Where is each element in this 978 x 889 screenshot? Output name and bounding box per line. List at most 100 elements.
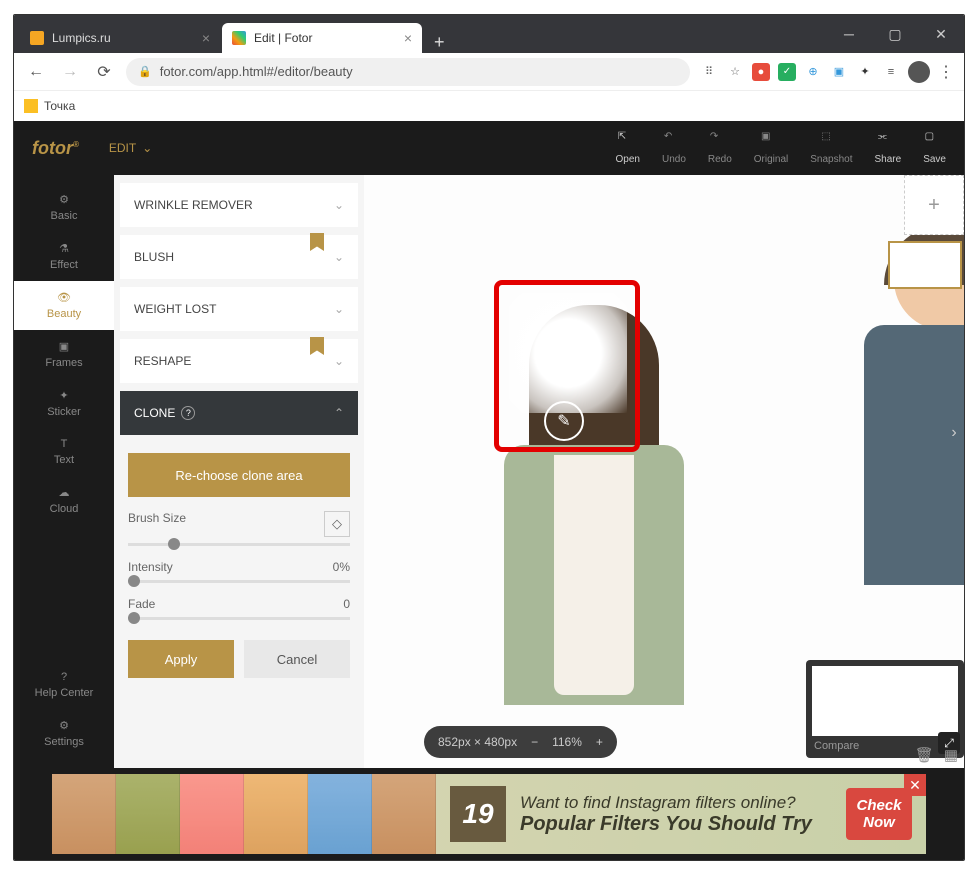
ad-close-icon[interactable]: ✕ (904, 774, 926, 796)
tool-clone[interactable]: CLONE?⌃ (120, 391, 358, 435)
canvas[interactable]: ✎ 852px × 480px − 116% + ⤢ Compare + › (364, 175, 964, 768)
tab-fotor[interactable]: Edit | Fotor × (222, 23, 422, 53)
folder-icon[interactable]: ▣ (830, 63, 848, 81)
apply-button[interactable]: Apply (128, 640, 234, 678)
nav-beauty[interactable]: 👁Beauty (14, 281, 114, 330)
minimize-icon[interactable]: ─ (826, 15, 872, 53)
open-button[interactable]: ⇱Open (616, 131, 640, 165)
redo-icon: ↷ (710, 131, 730, 151)
close-icon[interactable]: × (404, 30, 412, 46)
compare-label[interactable]: Compare (814, 740, 859, 752)
close-icon[interactable]: × (202, 30, 210, 46)
titlebar: Lumpics.ru × Edit | Fotor × + ─ ▢ ✕ (14, 15, 964, 53)
nav-text[interactable]: TText (14, 428, 114, 476)
help-icon[interactable]: ? (181, 406, 195, 420)
snapshot-button[interactable]: ⬚Snapshot (810, 131, 852, 165)
left-nav: ⚙Basic ⚗Effect 👁Beauty ▣Frames ✦Sticker … (14, 175, 114, 768)
trash-icon[interactable]: 🗑 (915, 746, 934, 764)
nav-effect[interactable]: ⚗Effect (14, 232, 114, 281)
close-icon[interactable]: ✕ (918, 15, 964, 53)
cancel-button[interactable]: Cancel (244, 640, 350, 678)
browser-window: Lumpics.ru × Edit | Fotor × + ─ ▢ ✕ ← → … (13, 14, 965, 861)
ad-previews (52, 774, 436, 854)
right-panel: + › 🗑 ▦ (876, 175, 964, 768)
extensions: ⠿ ☆ ● ✓ ⊕ ▣ ✦ ≡ ⋮ (700, 61, 954, 83)
adblock-icon[interactable]: ● (752, 63, 770, 81)
back-button[interactable]: ← (24, 60, 48, 84)
brush-size-slider[interactable] (128, 543, 350, 546)
intensity-slider[interactable] (128, 580, 350, 583)
reading-list-icon[interactable]: ≡ (882, 63, 900, 81)
share-button[interactable]: ⫘Share (875, 131, 902, 165)
avatar[interactable] (908, 61, 930, 83)
nav-frames[interactable]: ▣Frames (14, 330, 114, 379)
text-icon: T (61, 438, 68, 450)
app-topbar: fotor® EDIT ⌄ ⇱Open ↶Undo ↷Redo ▣Origina… (14, 121, 964, 175)
tool-weight-lost[interactable]: WEIGHT LOST⌄ (120, 287, 358, 331)
favicon-fotor (232, 31, 246, 45)
ad-cta-button[interactable]: CheckNow (846, 788, 912, 840)
globe-icon[interactable]: ⊕ (804, 63, 822, 81)
chevron-right-icon[interactable]: › (944, 415, 964, 451)
translate-icon[interactable]: ⠿ (700, 63, 718, 81)
url-input[interactable]: 🔒 fotor.com/app.html#/editor/beauty (126, 58, 690, 86)
open-icon: ⇱ (618, 131, 638, 151)
ad-banner[interactable]: 19 Want to find Instagram filters online… (52, 774, 926, 854)
zoom-bar: 852px × 480px − 116% + (424, 726, 617, 758)
add-image-button[interactable]: + (904, 175, 964, 235)
chevron-up-icon: ⌃ (334, 406, 344, 420)
new-tab-button[interactable]: + (424, 32, 455, 53)
redo-button[interactable]: ↷Redo (708, 131, 732, 165)
star-icon[interactable]: ☆ (726, 63, 744, 81)
bookmark-item[interactable]: Точка (44, 99, 75, 113)
image-thumbnail[interactable] (888, 241, 962, 289)
grid-icon[interactable]: ▦ (944, 746, 958, 764)
brush-size-label: Brush Size (128, 511, 186, 537)
share-icon: ⫘ (878, 131, 898, 151)
camera-icon: ⬚ (821, 131, 841, 151)
eye-icon: 👁 (57, 291, 71, 304)
nav-basic[interactable]: ⚙Basic (14, 183, 114, 232)
flask-icon: ⚗ (59, 242, 69, 255)
zoom-value: 116% (552, 735, 582, 749)
rechoose-clone-button[interactable]: Re-choose clone area (128, 453, 350, 497)
erase-button[interactable]: ◇ (324, 511, 350, 537)
tab-lumpics[interactable]: Lumpics.ru × (20, 23, 220, 53)
zoom-out-button[interactable]: − (531, 735, 538, 749)
tool-wrinkle-remover[interactable]: WRINKLE REMOVER⌄ (120, 183, 358, 227)
check-icon[interactable]: ✓ (778, 63, 796, 81)
reload-button[interactable]: ⟳ (92, 60, 116, 84)
puzzle-icon[interactable]: ✦ (856, 63, 874, 81)
sliders-icon: ⚙ (59, 193, 69, 206)
gear-icon: ⚙ (59, 719, 69, 732)
image-icon: ▣ (761, 131, 781, 151)
bookmark-folder-icon (24, 99, 38, 113)
fotor-logo: fotor® (32, 138, 79, 159)
tool-panel: WRINKLE REMOVER⌄ BLUSH⌄ WEIGHT LOST⌄ RES… (114, 175, 364, 768)
ad-number: 19 (450, 786, 506, 842)
tool-reshape[interactable]: RESHAPE⌄ (120, 339, 358, 383)
mode-dropdown[interactable]: EDIT ⌄ (109, 141, 152, 155)
clone-sub-panel: Re-choose clone area Brush Size ◇ Intens… (120, 443, 358, 688)
maximize-icon[interactable]: ▢ (872, 15, 918, 53)
original-button[interactable]: ▣Original (754, 131, 788, 165)
zoom-in-button[interactable]: + (596, 735, 603, 749)
fade-slider[interactable] (128, 617, 350, 620)
chevron-down-icon: ⌄ (334, 250, 344, 264)
nav-settings[interactable]: ⚙Settings (14, 709, 114, 758)
star-icon: ✦ (59, 389, 68, 402)
nav-cloud[interactable]: ☁Cloud (14, 476, 114, 525)
tool-blush[interactable]: BLUSH⌄ (120, 235, 358, 279)
premium-ribbon-icon (310, 337, 324, 355)
window-controls: ─ ▢ ✕ (826, 15, 964, 53)
forward-button[interactable]: → (58, 60, 82, 84)
nav-sticker[interactable]: ✦Sticker (14, 379, 114, 428)
undo-button[interactable]: ↶Undo (662, 131, 686, 165)
ad-text: Want to find Instagram filters online? P… (520, 793, 846, 836)
kebab-icon[interactable]: ⋮ (938, 62, 954, 82)
intensity-control: Intensity 0% (128, 560, 350, 583)
fotor-app: fotor® EDIT ⌄ ⇱Open ↶Undo ↷Redo ▣Origina… (14, 121, 964, 860)
ad-line2: Popular Filters You Should Try (520, 813, 846, 836)
nav-help[interactable]: ?Help Center (14, 661, 114, 709)
save-button[interactable]: ▢Save (923, 131, 946, 165)
